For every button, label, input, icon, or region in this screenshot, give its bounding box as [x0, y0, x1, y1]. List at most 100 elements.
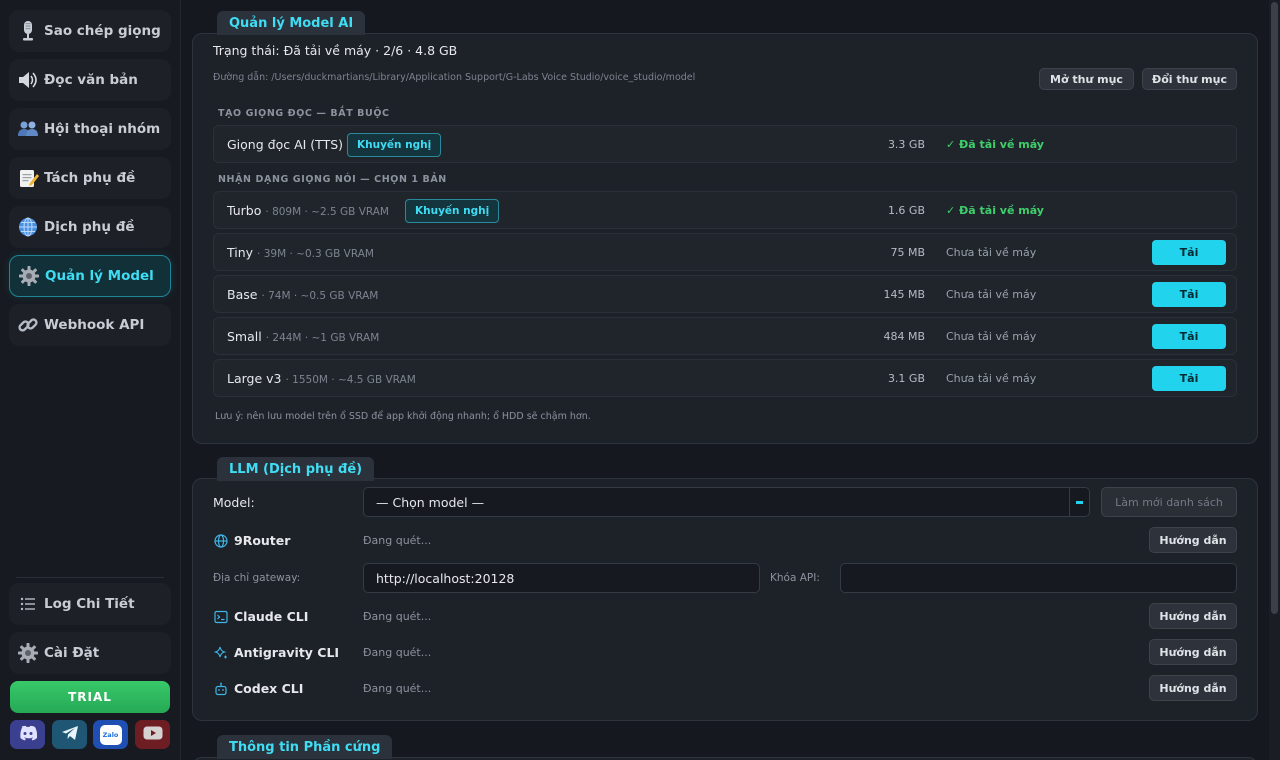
dropdown-indicator-icon — [1076, 500, 1083, 504]
sidebar: Sao chép giọng Đọc văn bản Hội thoại nhó… — [0, 0, 181, 760]
codex-cli-label: Codex CLI — [234, 681, 304, 696]
sidebar-item-subtitle-translate[interactable]: Dịch phụ đề — [9, 206, 171, 248]
sidebar-item-label: Log Chi Tiết — [44, 596, 135, 612]
zalo-button[interactable]: Zalo — [93, 720, 128, 749]
model-size: 3.3 GB — [887, 138, 925, 151]
main-scrollbar[interactable] — [1269, 0, 1280, 760]
gateway-input-value: http://localhost:20128 — [376, 570, 515, 586]
sidebar-item-label: Quản lý Model — [45, 268, 154, 284]
model-select-toggle[interactable] — [1069, 487, 1090, 517]
sidebar-item-voice-clone[interactable]: Sao chép giọng — [9, 10, 171, 52]
sidebar-item-webhook-api[interactable]: Webhook API — [9, 304, 171, 346]
youtube-icon — [143, 725, 163, 744]
model-name: Giọng đọc AI (TTS) — [227, 137, 344, 152]
antigravity-guide-button[interactable]: Hướng dẫn — [1149, 639, 1237, 665]
list-icon — [15, 591, 41, 617]
robot-icon — [214, 681, 228, 696]
memo-icon — [15, 165, 41, 191]
codex-scan-status: Đang quét... — [363, 682, 432, 695]
zalo-text: Zalo — [102, 730, 119, 739]
sidebar-divider — [16, 577, 164, 578]
terminal-icon — [214, 609, 228, 624]
globe-icon — [214, 533, 228, 548]
router-guide-button[interactable]: Hướng dẫn — [1149, 527, 1237, 553]
model-row: Turbo · 809M · ~2.5 GB VRAM Khuyến nghị 1… — [213, 191, 1237, 229]
model-size: 1.6 GB — [887, 204, 925, 217]
sidebar-item-subtitle-extract[interactable]: Tách phụ đề — [9, 157, 171, 199]
sidebar-item-settings[interactable]: Cài Đặt — [9, 632, 171, 674]
model-label: Model: — [213, 495, 255, 510]
model-name: Small · 244M · ~1 GB VRAM — [227, 329, 380, 344]
model-row: Small · 244M · ~1 GB VRAM 484 MB Chưa tải… — [213, 317, 1237, 355]
download-button[interactable]: Tải — [1152, 324, 1226, 349]
discord-icon — [18, 725, 38, 745]
group-header-asr: NHẬN DẠNG GIỌNG NÓI — CHỌN 1 BẢN — [218, 174, 447, 185]
model-status-not-downloaded: Chưa tải về máy — [946, 372, 1037, 385]
sidebar-item-group-chat[interactable]: Hội thoại nhóm — [9, 108, 171, 150]
model-name: Tiny · 39M · ~0.3 GB VRAM — [227, 245, 374, 260]
gateway-label: Địa chỉ gateway: — [213, 572, 301, 584]
model-select[interactable]: — Chọn model — — [363, 487, 1070, 517]
download-button[interactable]: Tải — [1152, 240, 1226, 265]
microphone-icon — [15, 18, 41, 44]
model-name: Turbo · 809M · ~2.5 GB VRAM — [227, 203, 389, 218]
router-scan-status: Đang quét... — [363, 534, 432, 547]
sidebar-item-label: Cài Đặt — [44, 645, 100, 661]
model-size: 3.1 GB — [887, 372, 925, 385]
model-status-not-downloaded: Chưa tải về máy — [946, 330, 1037, 343]
tab-model-management[interactable]: Quản lý Model AI — [217, 11, 366, 35]
recommended-badge: Khuyến nghị — [347, 133, 442, 157]
sidebar-item-label: Dịch phụ đề — [44, 219, 135, 235]
open-folder-button[interactable]: Mở thư mục — [1039, 68, 1134, 90]
tab-llm[interactable]: LLM (Dịch phụ đề) — [217, 457, 375, 481]
sidebar-item-text-reader[interactable]: Đọc văn bản — [9, 59, 171, 101]
model-path: Đường dẫn: /Users/duckmartians/Library/A… — [213, 72, 696, 83]
recommended-badge: Khuyến nghị — [405, 199, 500, 223]
sidebar-item-label: Đọc văn bản — [44, 72, 138, 88]
refresh-list-button[interactable]: Làm mới danh sách — [1101, 487, 1237, 517]
link-icon — [15, 312, 41, 338]
model-meta: · 39M · ~0.3 GB VRAM — [257, 248, 374, 260]
gateway-input[interactable]: http://localhost:20128 — [363, 563, 760, 593]
model-meta: · 809M · ~2.5 GB VRAM — [265, 206, 389, 218]
claude-guide-button[interactable]: Hướng dẫn — [1149, 603, 1237, 629]
download-button[interactable]: Tải — [1152, 282, 1226, 307]
model-meta: · 1550M · ~4.5 GB VRAM — [285, 374, 416, 386]
api-key-input[interactable] — [840, 563, 1237, 593]
sidebar-item-detailed-log[interactable]: Log Chi Tiết — [9, 583, 171, 625]
model-status-not-downloaded: Chưa tải về máy — [946, 288, 1037, 301]
telegram-button[interactable] — [52, 720, 87, 749]
model-row: Large v3 · 1550M · ~4.5 GB VRAM 3.1 GB Ch… — [213, 359, 1237, 397]
model-status-not-downloaded: Chưa tải về máy — [946, 246, 1037, 259]
sparkle-icon — [213, 645, 228, 659]
claude-cli-label: Claude CLI — [234, 609, 309, 624]
model-meta: · 244M · ~1 GB VRAM — [265, 332, 380, 344]
globe-icon — [15, 214, 41, 240]
model-size: 484 MB — [883, 330, 925, 343]
trial-button[interactable]: TRIAL — [10, 681, 170, 713]
change-folder-button[interactable]: Đổi thư mục — [1142, 68, 1237, 90]
model-row: Base · 74M · ~0.5 GB VRAM 145 MB Chưa tải… — [213, 275, 1237, 313]
antigravity-scan-status: Đang quét... — [363, 646, 432, 659]
model-row: Tiny · 39M · ~0.3 GB VRAM 75 MB Chưa tải … — [213, 233, 1237, 271]
sidebar-item-label: Webhook API — [44, 317, 145, 333]
gear-icon — [15, 640, 41, 666]
codex-guide-button[interactable]: Hướng dẫn — [1149, 675, 1237, 701]
model-meta: · 74M · ~0.5 GB VRAM — [261, 290, 379, 302]
download-button[interactable]: Tải — [1152, 366, 1226, 391]
discord-button[interactable] — [10, 720, 45, 749]
sidebar-item-model-manager[interactable]: Quản lý Model — [9, 255, 171, 297]
scrollbar-thumb[interactable] — [1271, 2, 1278, 614]
tab-hardware-info[interactable]: Thông tin Phần cứng — [217, 735, 393, 759]
sidebar-item-label: Hội thoại nhóm — [44, 121, 161, 137]
model-size: 145 MB — [883, 288, 925, 301]
people-icon — [15, 116, 41, 142]
ssd-note: Lưu ý: nên lưu model trên ổ SSD để app k… — [215, 411, 591, 422]
model-status-downloaded: ✓ Đã tải về máy — [946, 138, 1044, 151]
sidebar-item-label: Tách phụ đề — [44, 170, 136, 186]
telegram-icon — [61, 725, 79, 745]
youtube-button[interactable] — [135, 720, 170, 749]
claude-scan-status: Đang quét... — [363, 610, 432, 623]
zalo-icon: Zalo — [99, 724, 122, 745]
router-label: 9Router — [234, 533, 291, 548]
